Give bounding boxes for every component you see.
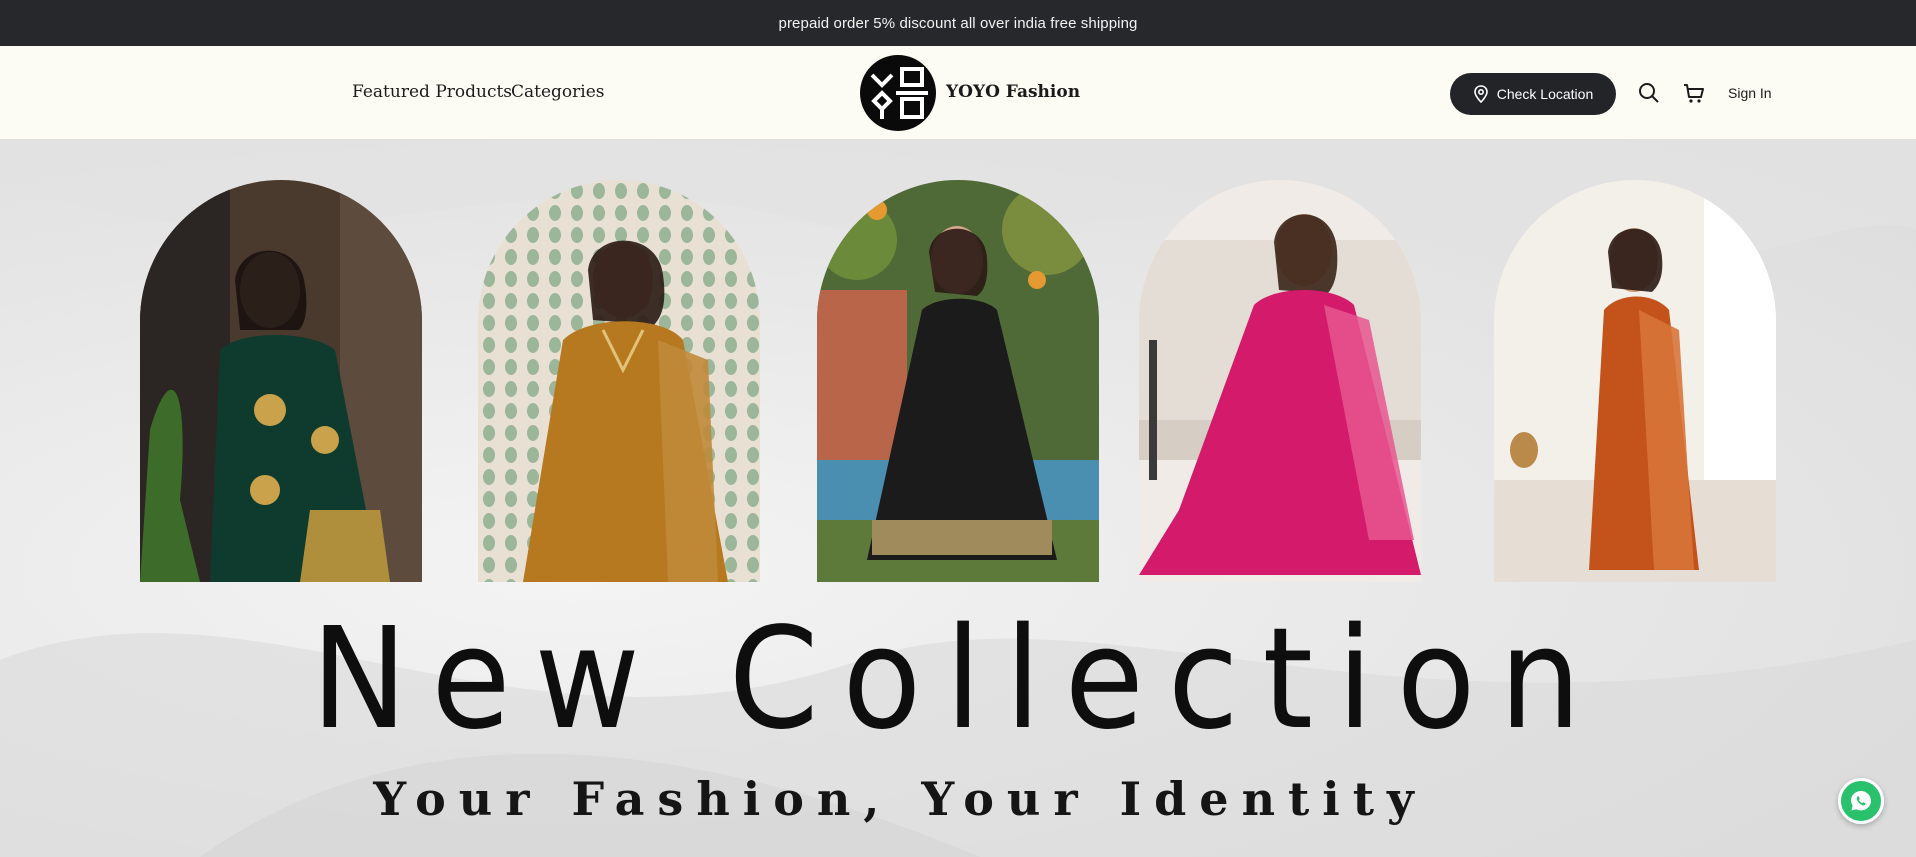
hero-title: New Collection	[311, 598, 1605, 761]
check-location-label: Check Location	[1496, 86, 1594, 102]
search-icon[interactable]	[1636, 80, 1662, 106]
model-arch-1[interactable]	[140, 180, 422, 582]
check-location-button[interactable]: Check Location	[1450, 73, 1616, 115]
nav-featured-products[interactable]: Featured Products	[352, 82, 512, 102]
model-arch-5[interactable]	[1494, 180, 1776, 582]
site-header: Featured Products Categories YOYO Fashio…	[0, 46, 1916, 140]
sign-in-link[interactable]: Sign In	[1728, 85, 1772, 101]
cart-icon[interactable]	[1681, 80, 1707, 106]
hero-banner[interactable]: New Collection Your Fashion, Your Identi…	[0, 140, 1916, 857]
model-arch-3[interactable]	[817, 180, 1099, 582]
announcement-bar: prepaid order 5% discount all over india…	[0, 0, 1916, 46]
brand-logo[interactable]	[860, 55, 936, 131]
whatsapp-chat-button[interactable]	[1838, 778, 1884, 824]
location-pin-icon	[1473, 85, 1488, 103]
nav-categories[interactable]: Categories	[511, 82, 605, 102]
model-arch-4[interactable]	[1139, 180, 1421, 582]
announcement-text: prepaid order 5% discount all over india…	[778, 14, 1138, 32]
model-arch-2[interactable]	[478, 180, 760, 582]
hero-tagline: Your Fashion, Your Identity	[373, 772, 1427, 826]
whatsapp-icon	[1851, 791, 1871, 811]
brand-name[interactable]: YOYO Fashion	[946, 82, 1080, 102]
